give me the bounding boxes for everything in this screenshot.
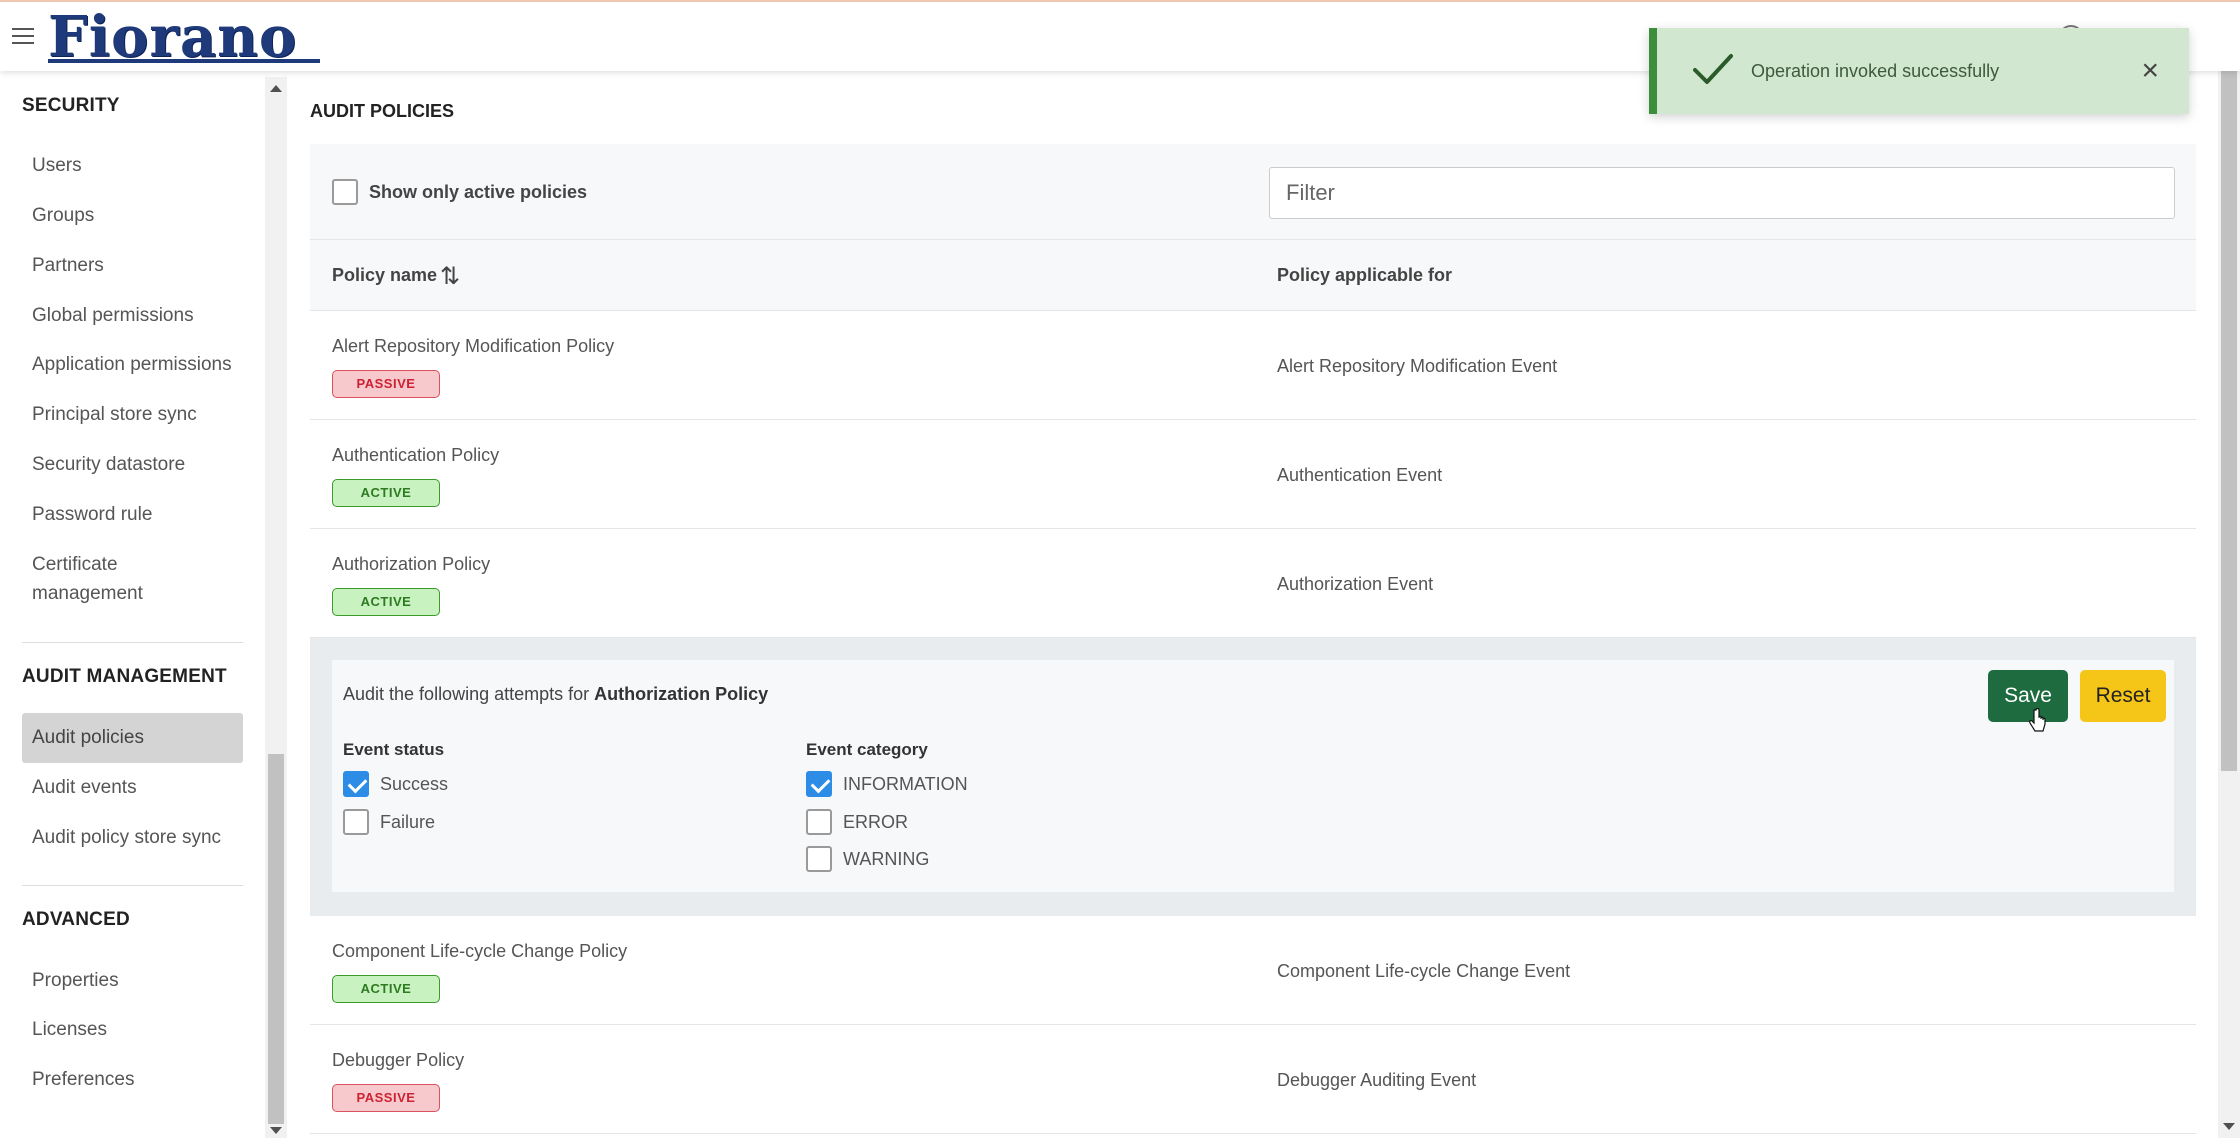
audit-description-prefix: Audit the following attempts for <box>343 684 595 704</box>
information-label: INFORMATION <box>843 774 968 794</box>
column-header-policy-name[interactable]: Policy name <box>332 265 437 286</box>
policy-name: Authentication Policy <box>332 445 500 465</box>
main-scrollbar[interactable] <box>2218 71 2240 1138</box>
warning-checkbox[interactable] <box>806 846 832 872</box>
status-badge: ACTIVE <box>332 975 440 1003</box>
sidebar-item-certificate-management[interactable]: Certificate management <box>32 550 182 608</box>
sidebar-item-global-permissions[interactable]: Global permissions <box>32 301 194 330</box>
policy-name: Authorization Policy <box>332 554 491 574</box>
scroll-down-icon[interactable] <box>270 1127 282 1134</box>
success-label: Success <box>380 774 449 794</box>
policy-details-panel: Audit the following attempts for Authori… <box>310 638 2196 916</box>
page-title: AUDIT POLICIES <box>310 101 455 121</box>
hand-cursor-icon <box>2029 708 2046 732</box>
scroll-up-icon[interactable] <box>270 85 282 92</box>
section-title-audit-management: AUDIT MANAGEMENT <box>22 666 227 687</box>
event-status-title: Event status <box>343 740 445 759</box>
status-badge: PASSIVE <box>332 370 440 398</box>
section-title-advanced: ADVANCED <box>22 909 130 930</box>
failure-label: Failure <box>380 812 436 832</box>
reset-button[interactable]: Reset <box>2080 670 2166 722</box>
fiorano-logo[interactable]: Fiorano <box>48 9 297 65</box>
sidebar: SECURITY Users Groups Partners Global pe… <box>0 71 265 1138</box>
sidebar-item-audit-events[interactable]: Audit events <box>32 773 137 802</box>
sidebar-item-preferences[interactable]: Preferences <box>32 1065 134 1094</box>
policy-details-inner: Audit the following attempts for Authori… <box>332 660 2174 892</box>
policy-applicable-for: Authentication Event <box>1277 465 1443 485</box>
success-checkbox[interactable] <box>343 771 369 797</box>
status-badge: ACTIVE <box>332 588 440 616</box>
table-row[interactable]: Component Life-cycle Change Policy ACTIV… <box>310 916 2196 1025</box>
policy-applicable-for: Authorization Event <box>1277 574 1434 594</box>
error-label: ERROR <box>843 812 909 832</box>
warning-label: WARNING <box>843 849 930 869</box>
column-header-applicable-for: Policy applicable for <box>1277 265 1453 285</box>
error-checkbox[interactable] <box>806 809 832 835</box>
sidebar-item-password-rule[interactable]: Password rule <box>32 500 152 529</box>
table-row[interactable]: Authorization Policy ACTIVE Authorizatio… <box>310 529 2196 638</box>
table-row[interactable]: Authentication Policy ACTIVE Authenticat… <box>310 420 2196 529</box>
sidebar-divider <box>22 885 243 886</box>
hamburger-menu-icon[interactable] <box>12 28 34 46</box>
sidebar-item-groups[interactable]: Groups <box>32 201 94 230</box>
toast-message: Operation invoked successfully <box>1751 61 2000 81</box>
event-category-title: Event category <box>806 740 928 759</box>
section-title-security: SECURITY <box>22 95 120 116</box>
sidebar-item-audit-policies[interactable]: Audit policies <box>22 713 243 763</box>
sort-icon[interactable]: ⇅ <box>440 262 460 291</box>
sidebar-item-audit-policy-store-sync[interactable]: Audit policy store sync <box>32 823 221 852</box>
audit-policy-name: Authorization Policy <box>594 684 769 704</box>
policy-name: Component Life-cycle Change Policy <box>332 941 628 961</box>
checkmark-icon <box>1693 54 1733 84</box>
policy-applicable-for: Debugger Auditing Event <box>1277 1070 1477 1090</box>
table-row[interactable]: Debugger Policy PASSIVE Debugger Auditin… <box>310 1025 2196 1134</box>
scrollbar-thumb[interactable] <box>2221 71 2237 771</box>
table-row[interactable]: Alert Repository Modification Policy PAS… <box>310 311 2196 420</box>
sidebar-item-application-permissions[interactable]: Application permissions <box>32 350 232 379</box>
sidebar-divider <box>22 642 243 643</box>
sidebar-item-users[interactable]: Users <box>32 151 82 180</box>
sidebar-item-security-datastore[interactable]: Security datastore <box>32 450 185 479</box>
show-active-checkbox[interactable] <box>332 179 358 205</box>
audit-description: Audit the following attempts for Authori… <box>343 684 768 705</box>
policy-applicable-for: Alert Repository Modification Event <box>1277 356 1558 376</box>
policy-name: Alert Repository Modification Policy <box>332 336 615 356</box>
sidebar-item-partners[interactable]: Partners <box>32 251 104 280</box>
scroll-down-icon[interactable] <box>2223 1123 2235 1130</box>
table-header: Policy name ⇅ Policy applicable for <box>310 240 2196 311</box>
sidebar-item-properties[interactable]: Properties <box>32 966 119 995</box>
status-badge: ACTIVE <box>332 479 440 507</box>
logo-underline <box>48 59 320 63</box>
policy-applicable-for: Component Life-cycle Change Event <box>1277 961 1571 981</box>
filter-input[interactable] <box>1269 167 2175 219</box>
show-active-label: Show only active policies <box>369 182 588 202</box>
information-checkbox[interactable] <box>806 771 832 797</box>
policy-name: Debugger Policy <box>332 1050 465 1070</box>
filter-bar: Show only active policies <box>310 144 2196 240</box>
success-toast: Operation invoked successfully × <box>1649 28 2189 114</box>
sidebar-item-licenses[interactable]: Licenses <box>32 1015 107 1044</box>
scrollbar-thumb[interactable] <box>268 754 284 1124</box>
failure-checkbox[interactable] <box>343 809 369 835</box>
close-icon[interactable]: × <box>2141 54 2159 88</box>
sidebar-item-principal-store-sync[interactable]: Principal store sync <box>32 400 197 429</box>
sidebar-scrollbar[interactable] <box>265 77 287 1138</box>
status-badge: PASSIVE <box>332 1084 440 1112</box>
